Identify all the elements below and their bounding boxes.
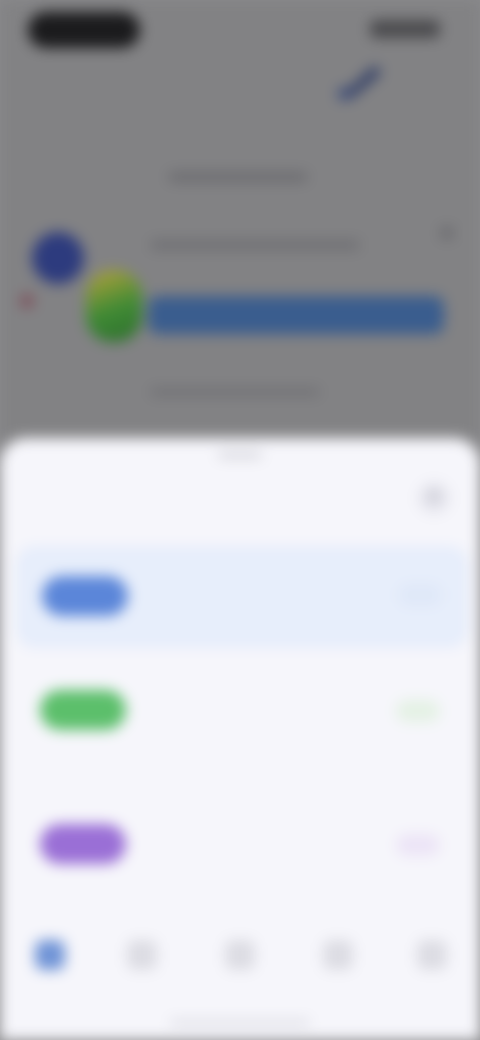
option-card-2[interactable] xyxy=(18,664,462,774)
background-title xyxy=(168,172,308,182)
close-icon: ✕ xyxy=(427,489,441,506)
home-icon xyxy=(35,940,65,970)
tab-bar xyxy=(0,920,480,1040)
notifications-icon xyxy=(323,940,353,970)
background-app xyxy=(0,0,480,470)
screen: ✕ xyxy=(0,0,480,1040)
status-bar-time xyxy=(28,12,140,48)
blue-icon xyxy=(42,576,128,616)
option-card-3[interactable] xyxy=(18,798,462,908)
background-indicator xyxy=(440,226,454,240)
purple-icon xyxy=(40,824,126,864)
tab-home[interactable] xyxy=(14,940,86,978)
home-indicator xyxy=(170,1020,310,1025)
background-avatar xyxy=(32,232,84,284)
radio-icon xyxy=(396,834,440,856)
background-primary-button xyxy=(148,296,444,334)
add-icon xyxy=(225,940,255,970)
background-app-icon xyxy=(86,270,142,342)
radio-selected-icon xyxy=(398,584,442,606)
tab-profile[interactable] xyxy=(396,940,468,978)
background-status-dot xyxy=(20,294,34,308)
sheet-grabber[interactable] xyxy=(218,452,262,458)
option-card-1[interactable] xyxy=(18,548,466,646)
status-bar-indicators xyxy=(370,20,440,38)
background-caption xyxy=(150,388,320,396)
search-icon xyxy=(127,940,157,970)
tab-add[interactable] xyxy=(204,940,276,978)
tab-search[interactable] xyxy=(106,940,178,978)
profile-icon xyxy=(417,940,447,970)
background-text-line xyxy=(150,240,360,250)
tab-notifications[interactable] xyxy=(302,940,374,978)
radio-icon xyxy=(396,700,440,722)
green-icon xyxy=(40,690,126,730)
edit-icon xyxy=(338,66,382,100)
close-button[interactable]: ✕ xyxy=(418,482,450,514)
